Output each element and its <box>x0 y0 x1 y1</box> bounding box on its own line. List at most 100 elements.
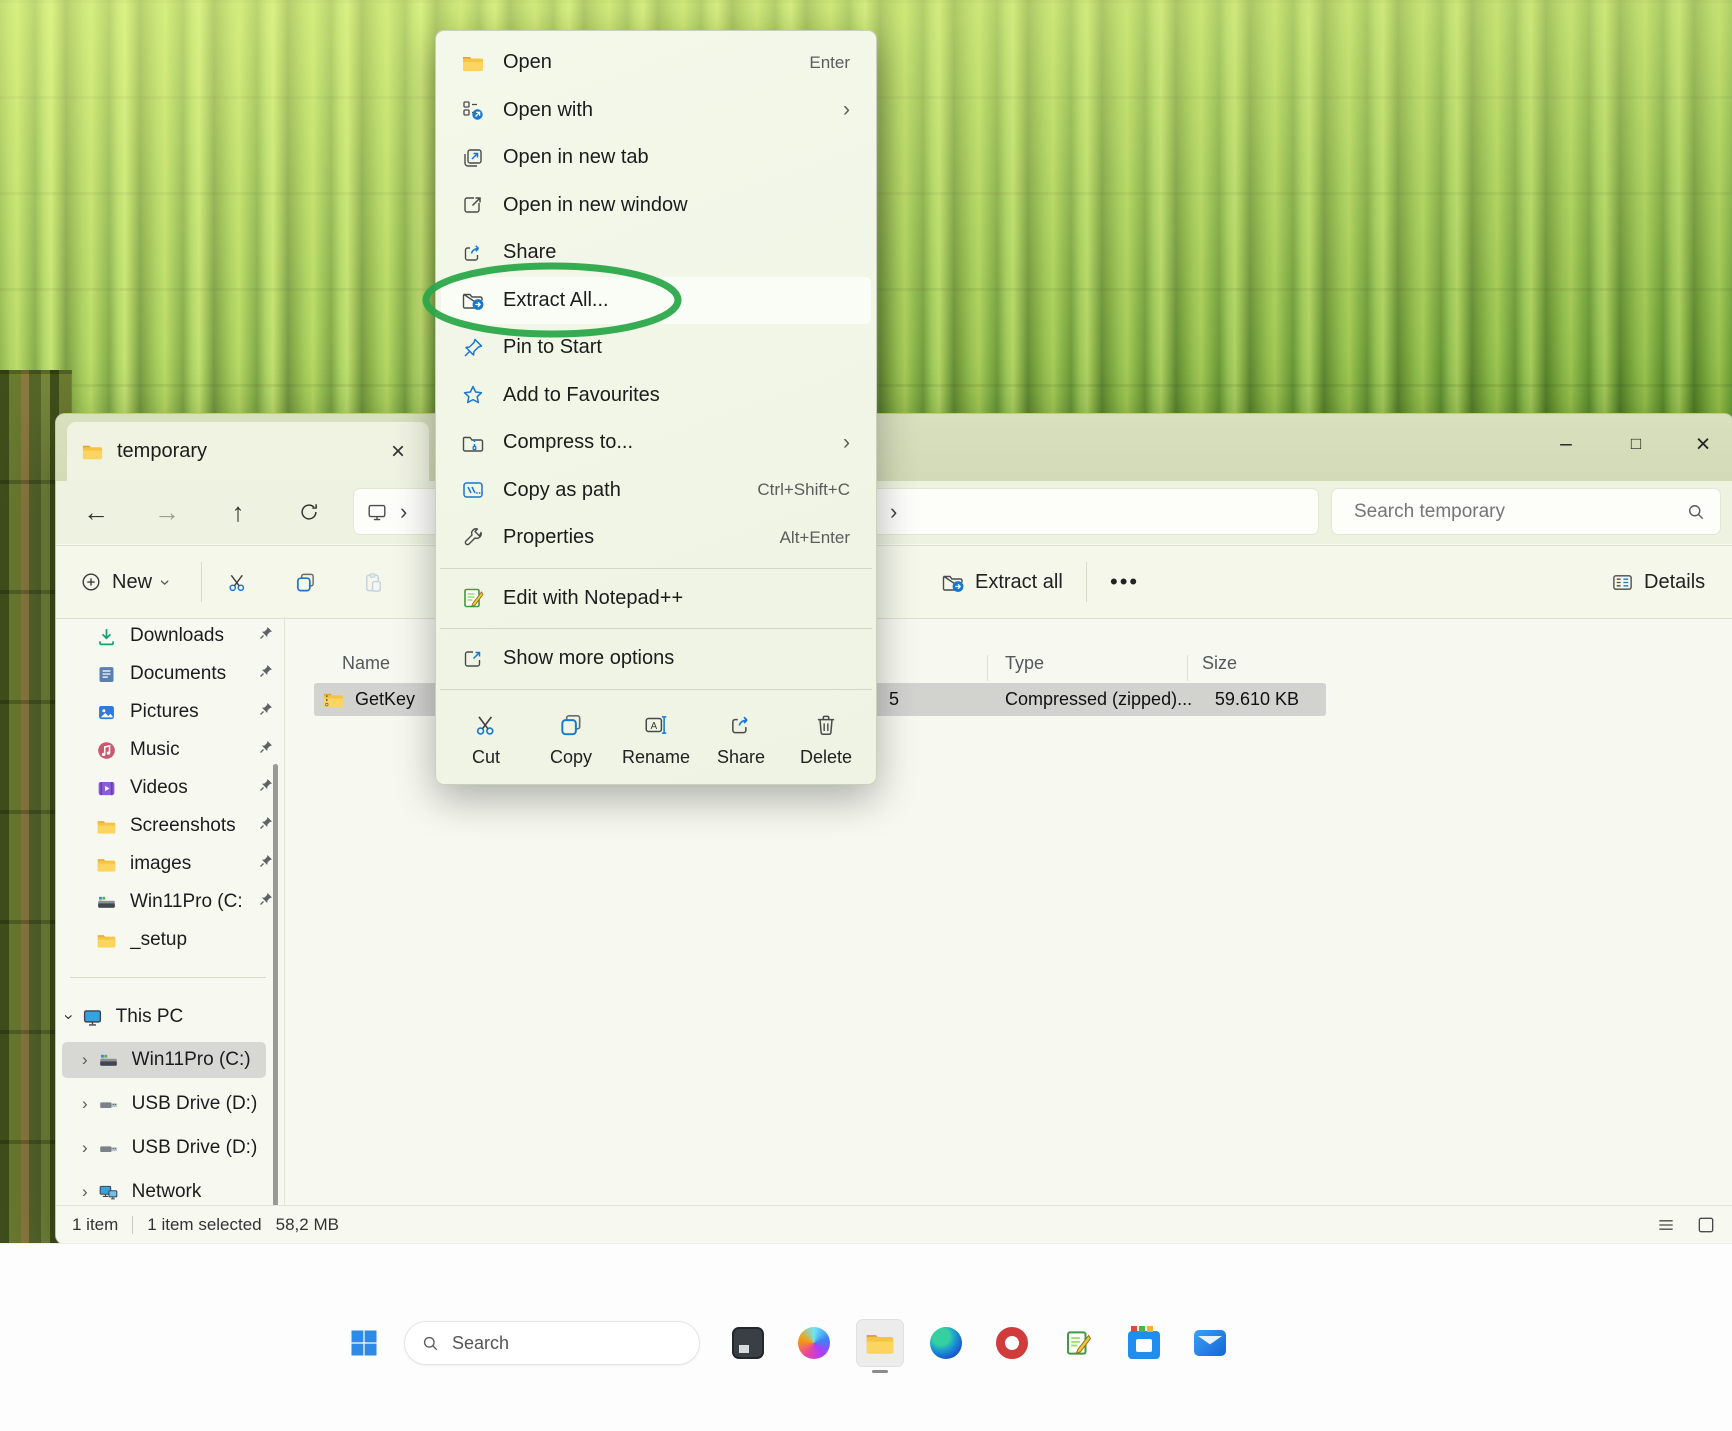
copy-button[interactable] <box>284 560 327 604</box>
menu-item-open-in-new-tab[interactable]: Open in new tab <box>436 134 876 182</box>
quick-action-share[interactable]: Share <box>706 712 776 768</box>
zip-folder-icon <box>460 431 486 455</box>
menu-item-share[interactable]: Share <box>436 229 876 277</box>
menu-item-label: Share <box>503 241 556 264</box>
large-thumbnails-toggle[interactable] <box>1693 1214 1719 1236</box>
maximize-button[interactable]: □ <box>1610 422 1662 466</box>
toolbar-separator <box>201 562 202 602</box>
taskbar-search[interactable]: Search <box>404 1321 700 1365</box>
menu-item-extract-all[interactable]: Extract All... <box>441 277 871 325</box>
taskbar-search-label: Search <box>452 1333 509 1354</box>
microsoft-store-icon[interactable] <box>1120 1319 1168 1367</box>
menu-item-label: Open <box>503 51 552 74</box>
column-divider[interactable] <box>1187 655 1188 681</box>
close-button[interactable]: × <box>1677 422 1729 466</box>
notepadpp-icon[interactable] <box>1054 1319 1102 1367</box>
see-more-button[interactable]: ••• <box>1100 560 1149 604</box>
menu-item-copy-as-path[interactable]: Copy as path Ctrl+Shift+C <box>436 467 876 515</box>
chevron-right-icon[interactable]: › <box>82 1094 88 1114</box>
plus-icon <box>80 571 102 593</box>
browser-red-icon[interactable] <box>988 1319 1036 1367</box>
menu-item-show-more-options[interactable]: Show more options <box>436 635 876 683</box>
sidebar-item-images[interactable]: images <box>96 846 274 882</box>
copilot-icon[interactable] <box>790 1319 838 1367</box>
refresh-button[interactable] <box>287 491 331 533</box>
edge-icon[interactable] <box>922 1319 970 1367</box>
menu-item-edit-with-notepadpp[interactable]: Edit with Notepad++ <box>436 575 876 623</box>
search-box[interactable] <box>1331 488 1721 535</box>
sidebar-item-videos[interactable]: Videos <box>96 770 274 806</box>
file-date-fragment: 5 <box>889 689 899 710</box>
column-header-type[interactable]: Type <box>1005 653 1044 674</box>
column-divider[interactable] <box>987 655 988 681</box>
sidebar-item-downloads[interactable]: Downloads <box>96 618 274 654</box>
status-bar: 1 item 1 item selected 58,2 MB <box>56 1205 1732 1244</box>
sidebar-item-pictures[interactable]: Pictures <box>96 694 274 730</box>
trash-icon <box>813 712 839 738</box>
search-icon <box>421 1334 440 1353</box>
quick-action-delete[interactable]: Delete <box>791 712 861 768</box>
forward-button[interactable]: → <box>145 491 189 533</box>
menu-item-label: Open in new window <box>503 194 688 217</box>
chevron-right-icon[interactable]: › <box>82 1050 88 1070</box>
selection-size: 58,2 MB <box>276 1215 339 1235</box>
up-button[interactable]: ↑ <box>216 491 260 533</box>
sidebar-item-screenshots[interactable]: Screenshots <box>96 808 274 844</box>
menu-item-add-to-favourites[interactable]: Add to Favourites <box>436 372 876 420</box>
mail-icon[interactable] <box>1186 1319 1234 1367</box>
new-tab-icon <box>460 146 486 170</box>
menu-item-open[interactable]: Open Enter <box>436 39 876 87</box>
cut-icon <box>473 712 499 738</box>
sidebar-item-music[interactable]: Music <box>96 732 274 768</box>
column-header-name[interactable]: Name <box>342 653 390 674</box>
sidebar-item-documents[interactable]: Documents <box>96 656 274 692</box>
quick-action-copy[interactable]: Copy <box>536 712 606 768</box>
chevron-right-icon[interactable]: › <box>82 1138 88 1158</box>
tab-close-icon[interactable]: × <box>381 435 415 469</box>
pin-icon <box>258 777 274 799</box>
menu-item-open-with[interactable]: Open with › <box>436 87 876 135</box>
drive-icon <box>98 1050 119 1071</box>
minimize-button[interactable]: – <box>1540 422 1592 466</box>
sidebar-item-usb-drive-d[interactable]: › USB Drive (D:) <box>62 1086 266 1122</box>
extract-icon <box>941 570 965 594</box>
menu-item-compress-to[interactable]: Compress to... › <box>436 419 876 467</box>
new-button[interactable]: New › <box>70 560 178 604</box>
file-explorer-icon[interactable] <box>856 1319 904 1367</box>
desktop: A <box>0 0 1732 1431</box>
downloads-icon <box>96 626 117 647</box>
paste-button[interactable] <box>352 560 395 604</box>
pin-icon <box>258 663 274 685</box>
this-pc-icon <box>366 501 388 523</box>
menu-item-properties[interactable]: Properties Alt+Enter <box>436 514 876 562</box>
details-pane-icon <box>1611 571 1634 594</box>
explorer-tab[interactable]: temporary × <box>67 422 429 481</box>
search-input[interactable] <box>1332 500 1678 524</box>
sidebar-item-usb-drive-d-2[interactable]: › USB Drive (D:) <box>62 1130 266 1166</box>
pin-icon <box>258 701 274 723</box>
back-button[interactable]: ← <box>74 491 118 533</box>
details-view-button[interactable]: Details <box>1601 560 1715 604</box>
sidebar-item-setup[interactable]: _setup <box>96 922 274 958</box>
cut-button[interactable] <box>216 560 259 604</box>
menu-item-pin-to-start[interactable]: Pin to Start <box>436 324 876 372</box>
sidebar-item-this-pc[interactable]: › This PC <box>66 999 274 1035</box>
copy-icon <box>558 712 584 738</box>
menu-item-open-in-new-window[interactable]: Open in new window <box>436 182 876 230</box>
start-button[interactable] <box>340 1319 388 1367</box>
details-view-toggle[interactable] <box>1653 1214 1679 1236</box>
sidebar-item-win11pro-c[interactable]: › Win11Pro (C:) <box>62 1042 266 1078</box>
quick-action-cut[interactable]: Cut <box>451 712 521 768</box>
chevron-right-icon[interactable]: › <box>82 1182 88 1202</box>
menu-item-label: Copy as path <box>503 479 621 502</box>
dark-window-app-icon[interactable] <box>724 1319 772 1367</box>
quick-action-rename[interactable]: Rename <box>621 712 691 768</box>
details-label: Details <box>1644 571 1705 594</box>
wrench-icon <box>460 526 486 550</box>
sidebar-item-win11pro-pinned[interactable]: Win11Pro (C: <box>96 884 274 920</box>
column-header-size[interactable]: Size <box>1202 653 1237 674</box>
sidebar-scrollbar[interactable] <box>273 764 278 1216</box>
folder-icon <box>460 51 486 75</box>
chevron-expanded-icon[interactable]: › <box>59 1014 79 1020</box>
extract-all-button[interactable]: Extract all <box>931 560 1073 604</box>
